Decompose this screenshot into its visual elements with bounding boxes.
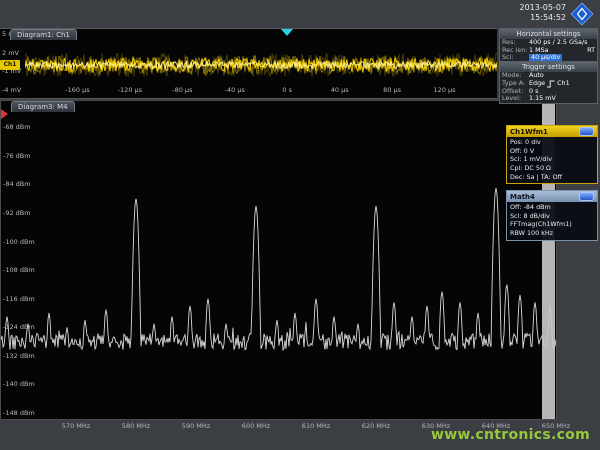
x-axis-tick-label: -40 µs <box>225 86 245 94</box>
tab-diagram3[interactable]: Diagram3: M4 <box>11 101 75 112</box>
diagram1-waveform: Diagram1: Ch1 Ch1 5 mV2 mV-1 mV-4 mV-160… <box>0 28 497 99</box>
ch1wfm1-minimize-button[interactable] <box>579 127 594 136</box>
math4-minimize-button[interactable] <box>579 192 594 201</box>
x-axis-tick-label: -120 µs <box>118 86 142 94</box>
y-axis-tick-label: -92 dBm <box>3 209 31 217</box>
x-axis-tick-label: 120 µs <box>434 86 456 94</box>
ch1wfm1-badge-header[interactable]: Ch1Wfm1 <box>507 126 597 137</box>
rohde-schwarz-logo <box>570 2 594 26</box>
y-axis-tick-label: -148 dBm <box>3 409 35 417</box>
ch1-decimation-row: Dec: Sa | TA: Off <box>510 173 594 182</box>
y-axis-tick-label: -4 mV <box>2 86 21 94</box>
x-axis-tick-label: 590 MHz <box>182 422 210 430</box>
x-axis-tick-label: 580 MHz <box>122 422 150 430</box>
math4-badge-header[interactable]: Math4 <box>507 191 597 202</box>
y-axis-tick-label: -84 dBm <box>3 180 31 188</box>
trigger-position-marker[interactable] <box>281 29 293 36</box>
datetime-display: 2013-05-07 15:54:52 <box>520 3 567 24</box>
trigger-settings-panel[interactable]: Trigger settings Mode: Auto Type A: Edge… <box>499 61 598 104</box>
math4-function-row: FFTmag(Ch1Wfm1) <box>510 220 594 229</box>
y-axis-tick-label: -116 dBm <box>3 295 35 303</box>
y-axis-tick-label: -68 dBm <box>3 123 31 131</box>
x-axis-tick-label: 570 MHz <box>62 422 90 430</box>
math4-badge[interactable]: Math4 Off: -84 dBm Scl: 8 dB/div FFTmag(… <box>506 190 598 241</box>
trigger-level-label: Level: <box>502 95 529 103</box>
x-axis-tick-label: 620 MHz <box>362 422 390 430</box>
x-axis-tick-label: 0 s <box>282 86 292 94</box>
ch1wfm1-badge-title: Ch1Wfm1 <box>510 128 548 136</box>
trigger-level-row[interactable]: Level: 1.15 mV <box>500 95 597 103</box>
trigger-level-value: 1.15 mV <box>529 95 556 103</box>
date-label: 2013-05-07 <box>520 3 567 13</box>
ch1-coupling-row: Cpl: DC 50 Ω <box>510 164 594 173</box>
trigger-source-value: Ch1 <box>557 80 570 88</box>
oscilloscope-screen: 2013-05-07 15:54:52 Diagram1: Ch1 Ch1 5 … <box>0 0 600 450</box>
ch1wfm1-badge-body: Pos: 0 div Off: 0 V Scl: 1 mV/div Cpl: D… <box>507 137 597 183</box>
horizontal-settings-panel[interactable]: Horizontal settings Res: 400 ps / 2.5 GS… <box>499 28 598 63</box>
math4-offset-row: Off: -84 dBm <box>510 203 594 212</box>
ch1wfm1-badge[interactable]: Ch1Wfm1 Pos: 0 div Off: 0 V Scl: 1 mV/di… <box>506 125 598 184</box>
ch1-offset-row: Off: 0 V <box>510 147 594 156</box>
y-axis-tick-label: -108 dBm <box>3 266 35 274</box>
x-axis-tick-label: 610 MHz <box>302 422 330 430</box>
math4-spectrum-trace <box>1 101 556 419</box>
y-axis-tick-label: -100 dBm <box>3 238 35 246</box>
time-label: 15:54:52 <box>520 13 567 23</box>
ch1-waveform-trace <box>25 29 497 98</box>
x-axis-tick-label: -80 µs <box>172 86 192 94</box>
x-axis-tick-label: 600 MHz <box>242 422 270 430</box>
ch1-offset-marker[interactable]: Ch1 <box>0 60 20 70</box>
realtime-mode-badge: RT <box>587 47 595 55</box>
y-axis-tick-label: -132 dBm <box>3 352 35 360</box>
y-axis-tick-label: -76 dBm <box>3 152 31 160</box>
math4-rbw-row: RBW 100 kHz <box>510 229 594 238</box>
x-axis-tick-label: 80 µs <box>383 86 401 94</box>
watermark-text: www.cntronics.com <box>431 427 590 443</box>
tab-diagram1[interactable]: Diagram1: Ch1 <box>10 29 77 40</box>
diagram3-spectrum: Diagram3: M4 -68 dBm -76 dBm -84 dBm -92 dB… <box>0 100 557 420</box>
x-axis-tick-label: -160 µs <box>65 86 89 94</box>
rohde-schwarz-logo-glyph <box>570 2 594 26</box>
ch1-position-row: Pos: 0 div <box>510 138 594 147</box>
y-axis-tick-label: -140 dBm <box>3 380 35 388</box>
y-axis-tick-label: -124 dBm <box>3 323 35 331</box>
y-axis-tick-label: 2 mV <box>2 49 19 57</box>
math4-reference-marker[interactable] <box>1 109 8 119</box>
math4-badge-body: Off: -84 dBm Scl: 8 dB/div FFTmag(Ch1Wfm… <box>507 202 597 240</box>
edge-slope-icon <box>547 80 555 88</box>
math4-badge-title: Math4 <box>510 193 535 201</box>
ch1-scale-row: Scl: 1 mV/div <box>510 155 594 164</box>
x-axis-tick-label: 40 µs <box>331 86 349 94</box>
math4-scale-row: Scl: 8 dB/div <box>510 212 594 221</box>
